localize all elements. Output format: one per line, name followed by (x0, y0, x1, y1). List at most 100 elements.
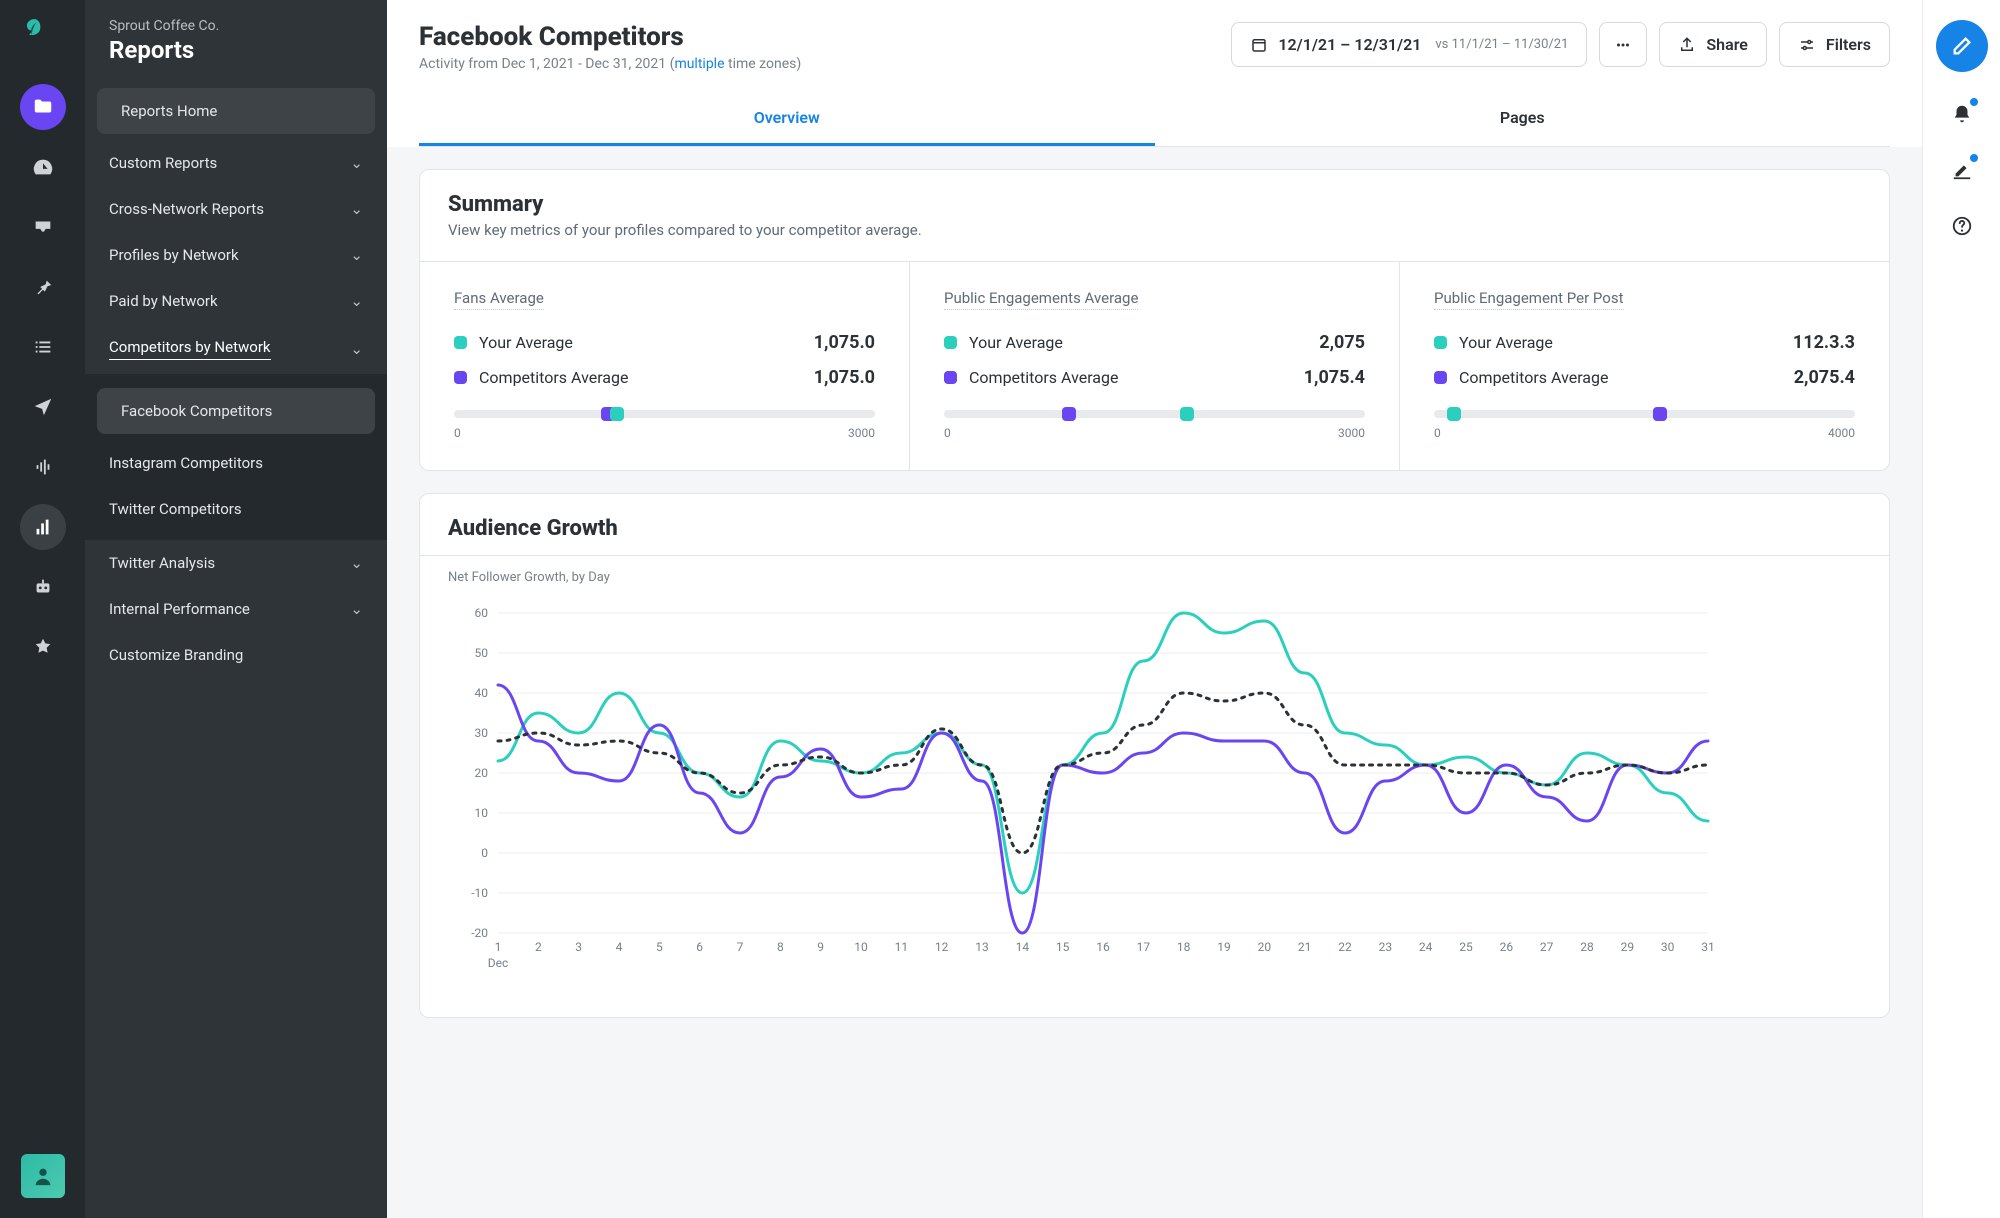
svg-text:5: 5 (656, 940, 663, 954)
user-avatar[interactable] (21, 1154, 65, 1198)
chevron-down-icon: ⌄ (350, 554, 363, 572)
nav-inbox-icon[interactable] (20, 204, 66, 250)
nav-folder-icon[interactable] (20, 84, 66, 130)
svg-text:3: 3 (575, 940, 582, 954)
nav-custom-reports[interactable]: Custom Reports⌄ (85, 140, 387, 186)
metric-range-bar: 04000 (1434, 410, 1855, 440)
activity-range: Activity from Dec 1, 2021 - Dec 31, 2021… (419, 56, 801, 72)
ellipsis-icon (1614, 36, 1632, 54)
square-icon (944, 336, 957, 349)
filters-button[interactable]: Filters (1779, 22, 1890, 67)
org-name: Sprout Coffee Co. (109, 18, 363, 34)
chevron-down-icon: ⌄ (350, 154, 363, 172)
svg-text:19: 19 (1217, 940, 1231, 954)
help-icon[interactable] (1948, 212, 1976, 240)
notifications-icon[interactable] (1948, 100, 1976, 128)
feedback-icon[interactable] (1948, 156, 1976, 184)
summary-title: Summary (448, 192, 1861, 217)
nav-profiles-by-network[interactable]: Profiles by Network⌄ (85, 232, 387, 278)
svg-text:21: 21 (1298, 940, 1312, 954)
svg-text:16: 16 (1096, 940, 1110, 954)
nav-paid-by-network[interactable]: Paid by Network⌄ (85, 278, 387, 324)
svg-text:-10: -10 (471, 886, 488, 900)
nav-list-icon[interactable] (20, 324, 66, 370)
nav-send-icon[interactable] (20, 384, 66, 430)
svg-text:30: 30 (1661, 940, 1675, 954)
svg-text:Dec: Dec (488, 956, 509, 970)
square-icon (1434, 336, 1447, 349)
reports-nav-panel: Sprout Coffee Co. Reports Reports Home C… (85, 0, 387, 1218)
svg-text:11: 11 (895, 940, 909, 954)
page-title: Facebook Competitors (419, 22, 801, 52)
subnav-instagram-competitors[interactable]: Instagram Competitors (85, 440, 387, 486)
svg-text:30: 30 (475, 726, 489, 740)
nav-reports-home[interactable]: Reports Home (97, 88, 375, 134)
svg-text:0: 0 (481, 846, 488, 860)
calendar-icon (1250, 36, 1268, 54)
svg-text:60: 60 (475, 606, 489, 620)
report-tabs: Overview Pages (419, 92, 1890, 147)
svg-text:28: 28 (1580, 940, 1594, 954)
svg-text:25: 25 (1459, 940, 1473, 954)
svg-text:31: 31 (1701, 940, 1715, 954)
svg-text:10: 10 (475, 806, 489, 820)
square-icon (454, 336, 467, 349)
nav-twitter-analysis[interactable]: Twitter Analysis⌄ (85, 540, 387, 586)
share-button[interactable]: Share (1659, 22, 1767, 67)
right-rail (1922, 0, 2000, 1218)
svg-text:10: 10 (854, 940, 868, 954)
compose-button[interactable] (1936, 20, 1988, 72)
svg-text:26: 26 (1500, 940, 1514, 954)
nav-competitors-by-network[interactable]: Competitors by Network⌄ (85, 324, 387, 374)
date-range-button[interactable]: 12/1/21 – 12/31/21vs 11/1/21 – 11/30/21 (1231, 22, 1587, 67)
metric-title: Public Engagements Average (944, 289, 1138, 310)
svg-text:1: 1 (495, 940, 502, 954)
section-title: Reports (109, 36, 363, 64)
chevron-down-icon: ⌄ (350, 292, 363, 310)
subnav-twitter-competitors[interactable]: Twitter Competitors (85, 486, 387, 532)
svg-text:15: 15 (1056, 940, 1070, 954)
metric-1: Public Engagements Average Your Average2… (910, 262, 1400, 470)
more-button[interactable] (1599, 22, 1647, 67)
nav-customize-branding[interactable]: Customize Branding (85, 632, 387, 678)
metric-0: Fans Average Your Average1,075.0 Competi… (420, 262, 910, 470)
svg-text:17: 17 (1137, 940, 1151, 954)
square-icon (454, 371, 467, 384)
chevron-down-icon: ⌄ (350, 246, 363, 264)
square-icon (944, 371, 957, 384)
nav-analytics-icon[interactable] (20, 504, 66, 550)
svg-text:2: 2 (535, 940, 542, 954)
sprout-logo-icon[interactable] (22, 16, 64, 58)
svg-text:-20: -20 (471, 926, 488, 940)
tab-overview[interactable]: Overview (419, 92, 1155, 146)
nav-star-icon[interactable] (20, 624, 66, 670)
subnav-facebook-competitors[interactable]: Facebook Competitors (97, 388, 375, 434)
svg-text:7: 7 (737, 940, 744, 954)
nav-bot-icon[interactable] (20, 564, 66, 610)
nav-pin-icon[interactable] (20, 264, 66, 310)
svg-text:18: 18 (1177, 940, 1191, 954)
svg-text:50: 50 (475, 646, 489, 660)
sliders-icon (1798, 36, 1816, 54)
svg-text:20: 20 (475, 766, 489, 780)
metric-2: Public Engagement Per Post Your Average1… (1400, 262, 1889, 470)
tab-pages[interactable]: Pages (1155, 92, 1891, 146)
svg-text:29: 29 (1621, 940, 1635, 954)
square-icon (1434, 371, 1447, 384)
svg-text:40: 40 (475, 686, 489, 700)
nav-audio-icon[interactable] (20, 444, 66, 490)
audience-growth-card: Audience Growth Net Follower Growth, by … (419, 493, 1890, 1018)
svg-text:24: 24 (1419, 940, 1433, 954)
summary-subtitle: View key metrics of your profiles compar… (448, 221, 1861, 239)
svg-text:9: 9 (817, 940, 824, 954)
audience-growth-title: Audience Growth (420, 494, 1889, 555)
nav-internal-performance[interactable]: Internal Performance⌄ (85, 586, 387, 632)
nav-gauge-icon[interactable] (20, 144, 66, 190)
chevron-down-icon: ⌄ (350, 600, 363, 618)
nav-cross-network[interactable]: Cross-Network Reports⌄ (85, 186, 387, 232)
share-icon (1678, 36, 1696, 54)
svg-text:23: 23 (1379, 940, 1393, 954)
svg-text:8: 8 (777, 940, 784, 954)
summary-card: Summary View key metrics of your profile… (419, 169, 1890, 471)
timezones-link[interactable]: multiple (674, 56, 724, 72)
